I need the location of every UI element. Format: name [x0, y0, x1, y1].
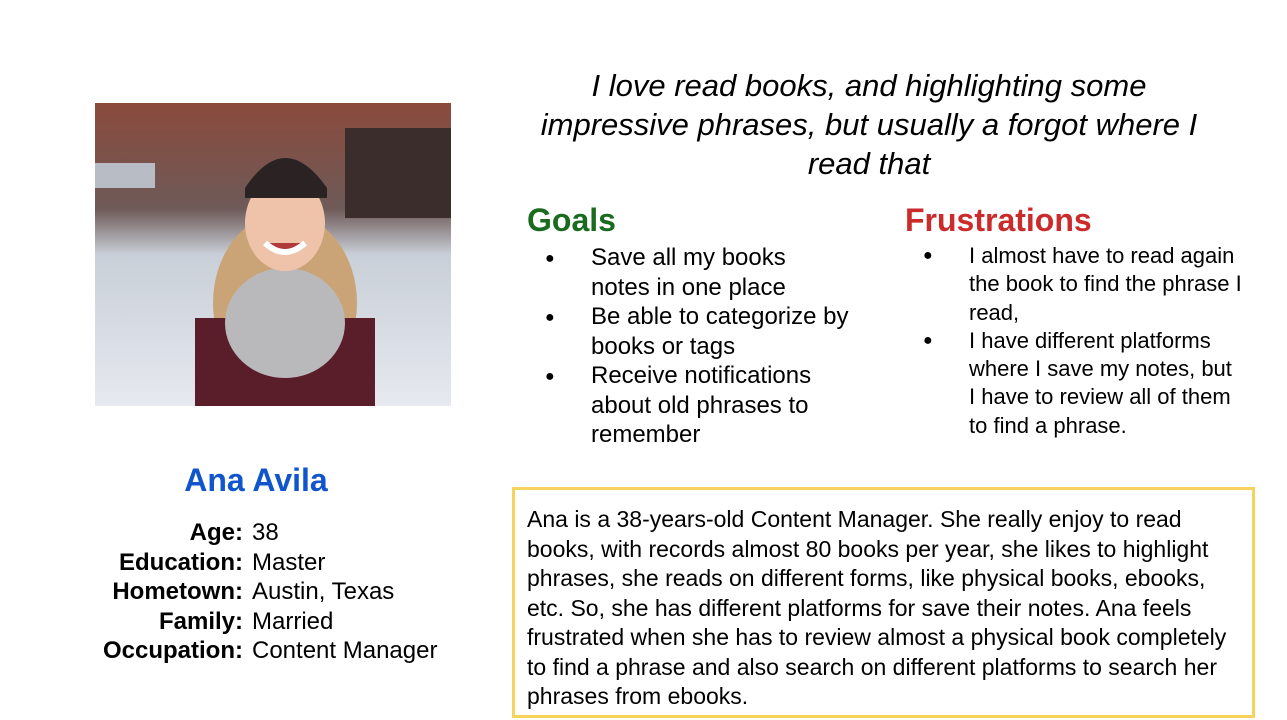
goals-list: Save all my books notes in one place Be … [545, 243, 851, 450]
frustration-item: I have different platforms where I save … [923, 327, 1244, 440]
detail-label: Age: [189, 519, 243, 546]
detail-occupation: Occupation: Content Manager [95, 636, 475, 666]
detail-education: Education: Master [95, 548, 475, 578]
detail-value: Austin, Texas [252, 578, 395, 605]
detail-hometown: Hometown: Austin, Texas [95, 577, 475, 607]
frustrations-title: Frustrations [905, 202, 1092, 238]
goal-item: Receive notifications about old phrases … [545, 361, 851, 450]
detail-value: 38 [252, 519, 279, 546]
detail-value: Married [252, 607, 334, 635]
goal-item: Save all my books notes in one place [545, 243, 851, 302]
detail-age: Age: 38 [95, 518, 475, 548]
persona-photo [95, 103, 451, 406]
frustrations-list: I almost have to read again the book to … [923, 242, 1244, 440]
detail-value: Content Manager [252, 637, 438, 664]
persona-quote: I love read books, and highlighting some… [540, 68, 1198, 181]
detail-label: Family: [158, 607, 243, 635]
detail-label: Education: [119, 548, 243, 576]
detail-label: Occupation: [102, 637, 243, 664]
persona-name: Ana Avila [184, 462, 328, 498]
persona-photo-image [95, 103, 451, 406]
persona-summary: Ana is a 38-years-old Content Manager. S… [512, 487, 1255, 718]
persona-details: Age: 38 Education: Master Hometown: Aust… [95, 518, 475, 666]
detail-family: Family: Married [95, 607, 475, 637]
frustration-item: I almost have to read again the book to … [923, 242, 1244, 327]
goals-title: Goals [527, 202, 616, 238]
detail-value: Master [252, 548, 326, 576]
detail-label: Hometown: [112, 578, 243, 605]
goal-item: Be able to categorize by books or tags [545, 302, 851, 361]
